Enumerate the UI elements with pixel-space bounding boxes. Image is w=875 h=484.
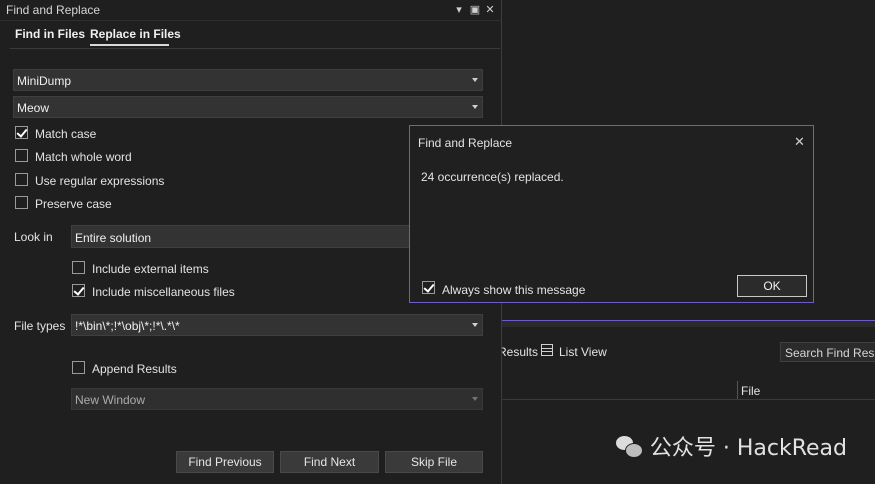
chevron-down-icon[interactable] xyxy=(472,323,478,327)
close-icon[interactable]: ✕ xyxy=(483,3,497,17)
match-case-label: Match case xyxy=(35,127,97,141)
include-external-label: Include external items xyxy=(92,262,209,276)
match-whole-word-label: Match whole word xyxy=(35,150,132,164)
active-tab-indicator xyxy=(90,44,169,46)
results-tab-label[interactable]: Results xyxy=(498,345,538,359)
always-show-checkbox[interactable] xyxy=(422,281,435,294)
results-header-line xyxy=(501,399,875,400)
file-types-label: File types xyxy=(14,319,66,333)
chevron-down-icon[interactable] xyxy=(472,397,478,401)
search-find-results-input[interactable]: Search Find Results xyxy=(780,342,875,362)
file-types-value: !*\bin\*;!*\obj\*;!*\.*\* xyxy=(75,319,180,333)
find-what-value: MiniDump xyxy=(17,74,72,88)
chevron-down-icon[interactable] xyxy=(472,78,478,82)
output-window-combo[interactable]: New Window xyxy=(71,388,483,410)
tab-replace-in-files[interactable]: Replace in Files xyxy=(90,27,181,41)
look-in-label: Look in xyxy=(14,230,53,244)
include-misc-checkbox[interactable] xyxy=(72,284,85,297)
find-what-combo[interactable]: MiniDump xyxy=(13,69,483,91)
wechat-icon xyxy=(615,436,643,458)
tab-find-in-files[interactable]: Find in Files xyxy=(15,27,85,41)
append-results-label: Append Results xyxy=(92,362,177,376)
maximize-icon[interactable]: ▣ xyxy=(468,3,482,17)
preserve-case-label: Preserve case xyxy=(35,197,112,211)
preserve-case-checkbox[interactable] xyxy=(15,196,28,209)
list-view-icon[interactable] xyxy=(541,344,553,356)
watermark-text: 公众号 · HackRead xyxy=(649,436,847,461)
include-external-checkbox[interactable] xyxy=(72,261,85,274)
ok-button[interactable]: OK xyxy=(737,275,807,297)
watermark: 公众号 · HackRead xyxy=(615,430,847,462)
list-view-label[interactable]: List View xyxy=(559,345,607,359)
append-results-checkbox[interactable] xyxy=(72,361,85,374)
dialog-message: 24 occurrence(s) replaced. xyxy=(421,170,564,184)
output-window-value: New Window xyxy=(75,393,146,407)
results-toolbar: Results List View Search Find Results xyxy=(498,335,875,369)
panel-titlebar: Find and Replace ▾ ▣ ✕ xyxy=(0,0,501,21)
results-splitter[interactable] xyxy=(501,320,875,327)
look-in-value: Entire solution xyxy=(75,231,152,245)
match-whole-word-checkbox[interactable] xyxy=(15,149,28,162)
include-misc-label: Include miscellaneous files xyxy=(92,285,235,299)
close-icon[interactable]: ✕ xyxy=(794,134,805,150)
file-types-combo[interactable]: !*\bin\*;!*\obj\*;!*\.*\* xyxy=(71,314,483,336)
dialog-title: Find and Replace xyxy=(418,136,513,150)
regex-checkbox[interactable] xyxy=(15,173,28,186)
find-previous-button[interactable]: Find Previous xyxy=(176,451,274,473)
skip-file-button[interactable]: Skip File xyxy=(385,451,483,473)
chevron-down-icon[interactable] xyxy=(472,105,478,109)
dropdown-arrow-icon[interactable]: ▾ xyxy=(452,3,466,17)
find-next-button[interactable]: Find Next xyxy=(280,451,379,473)
column-file-header[interactable]: File xyxy=(741,384,760,398)
tab-separator xyxy=(10,48,500,49)
match-case-checkbox[interactable] xyxy=(15,126,28,139)
always-show-label: Always show this message xyxy=(442,283,586,297)
replace-with-combo[interactable]: Meow xyxy=(13,96,483,118)
results-column-divider xyxy=(737,381,738,399)
replace-with-value: Meow xyxy=(17,101,50,115)
replace-result-dialog: Find and Replace ✕ 24 occurrence(s) repl… xyxy=(409,125,814,303)
panel-title: Find and Replace xyxy=(6,3,101,17)
regex-label: Use regular expressions xyxy=(35,174,165,188)
